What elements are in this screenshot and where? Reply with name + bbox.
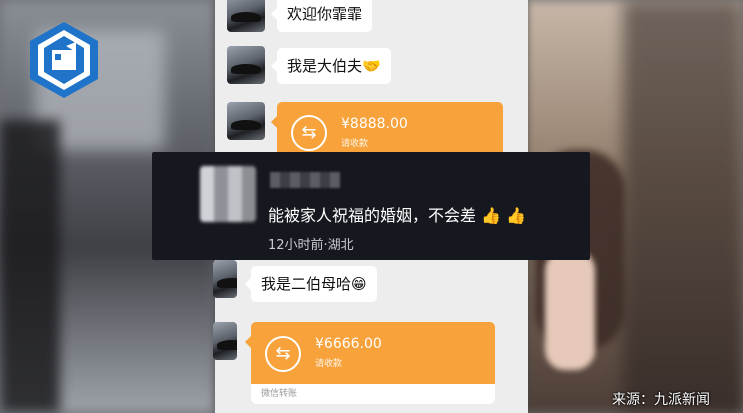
comment-card[interactable]: 能被家人祝福的婚姻，不会差 👍 👍 12小时前·湖北 xyxy=(152,152,590,260)
transfer-status: 请收款 xyxy=(341,139,369,149)
grin-emoji-icon: 😁 xyxy=(351,275,367,293)
sender-avatar[interactable] xyxy=(227,46,265,84)
message-text: 我是大伯夫 xyxy=(287,57,363,75)
transfer-arrows-icon: ⇆ xyxy=(291,115,327,151)
commenter-name-blurred xyxy=(270,172,340,188)
sender-avatar[interactable] xyxy=(227,0,265,32)
message-text: 我是二伯母哈 xyxy=(261,275,352,293)
sender-avatar[interactable] xyxy=(227,102,265,140)
comment-meta: 12小时前·湖北 xyxy=(268,238,354,253)
source-credit: 来源：九派新闻 xyxy=(612,392,710,408)
background-right-shadow xyxy=(623,0,743,413)
transfer-status: 请收款 xyxy=(315,359,343,369)
transfer-card[interactable]: ⇆ ¥6666.00 请收款 微信转账 xyxy=(245,322,495,404)
transfer-arrows-icon: ⇆ xyxy=(265,336,301,372)
handshake-emoji-icon: 🤝 xyxy=(362,57,381,75)
transfer-footer: 微信转账 xyxy=(251,384,495,404)
transfer-amount: ¥8888.00 xyxy=(341,116,408,132)
background-left-shadow xyxy=(0,120,60,413)
background-person-face xyxy=(545,250,595,370)
sender-avatar[interactable] xyxy=(213,322,237,360)
comment-text: 能被家人祝福的婚姻，不会差 👍 👍 xyxy=(268,202,526,226)
commenter-avatar[interactable] xyxy=(200,166,256,222)
message-bubble[interactable]: 我是大伯夫🤝 xyxy=(271,48,391,84)
transfer-amount: ¥6666.00 xyxy=(315,336,382,352)
thumbs-up-icon: 👍 👍 xyxy=(481,206,527,225)
comment-body: 能被家人祝福的婚姻，不会差 xyxy=(268,206,477,225)
sender-avatar[interactable] xyxy=(213,260,237,298)
message-bubble[interactable]: 欢迎你霏霏 xyxy=(270,0,373,32)
news-logo-icon xyxy=(28,20,100,100)
message-bubble[interactable]: 我是二伯母哈😁 xyxy=(245,266,377,302)
